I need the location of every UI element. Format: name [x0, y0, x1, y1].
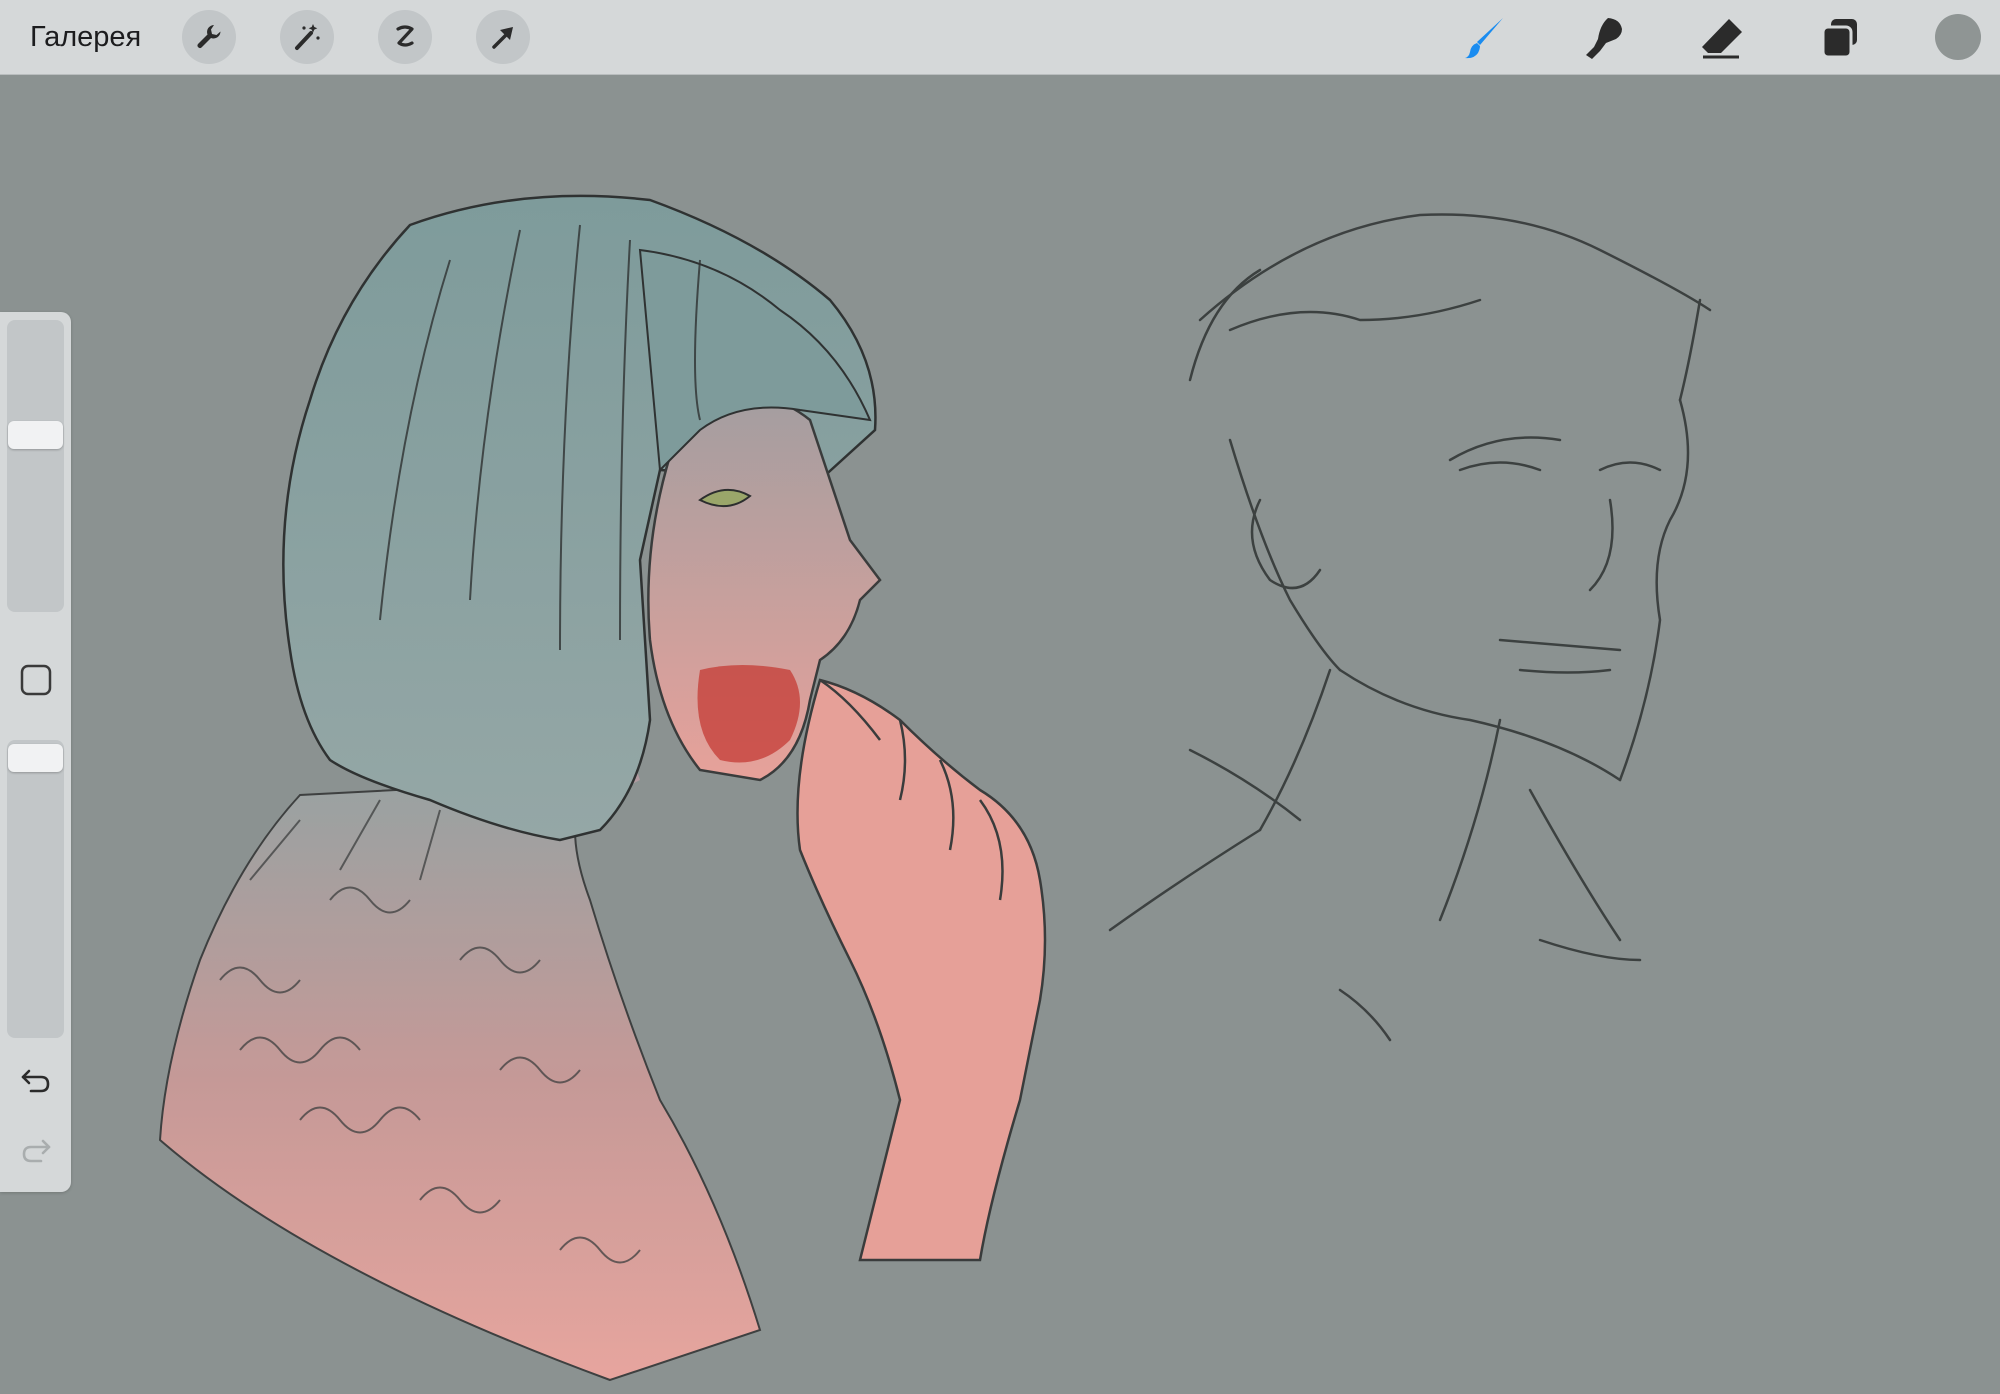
gallery-button[interactable]: Галерея [30, 18, 141, 56]
girl-hand [796, 678, 1047, 1262]
brush-size-thumb[interactable] [8, 421, 63, 450]
brush-tool-button[interactable] [1460, 13, 1510, 63]
square-icon [20, 664, 51, 695]
smudge-tool-button[interactable] [1578, 13, 1628, 63]
layers-button[interactable] [1815, 13, 1865, 63]
left-sidebar [0, 312, 71, 1192]
undo-button[interactable] [13, 1057, 58, 1102]
modify-button[interactable] [13, 657, 58, 702]
artwork [158, 194, 1712, 1382]
arrow-cursor-icon [492, 27, 513, 49]
wrench-icon [197, 25, 221, 48]
undo-icon [21, 1069, 49, 1092]
eraser-tool-button[interactable] [1697, 13, 1747, 63]
top-toolbar: Галерея [0, 0, 2000, 75]
actions-button[interactable] [182, 10, 236, 64]
adjustments-button[interactable] [280, 10, 334, 64]
opacity-thumb[interactable] [8, 744, 63, 772]
girl-sweater [158, 778, 762, 1382]
drawing-canvas[interactable] [0, 75, 2000, 1389]
brush-icon [1465, 18, 1503, 59]
transform-button[interactable] [476, 10, 530, 64]
redo-icon [22, 1139, 50, 1162]
color-picker-button[interactable] [1935, 14, 1981, 60]
smudge-icon [1586, 18, 1622, 59]
brush-size-slider[interactable] [7, 320, 64, 612]
layers-icon [1821, 19, 1857, 59]
eraser-icon [1702, 19, 1742, 59]
selection-s-icon [396, 25, 414, 47]
man-sketch [1108, 213, 1712, 1042]
selection-button[interactable] [378, 10, 432, 64]
opacity-slider[interactable] [7, 740, 64, 1038]
magic-wand-icon [295, 24, 320, 50]
redo-button[interactable] [13, 1127, 58, 1172]
